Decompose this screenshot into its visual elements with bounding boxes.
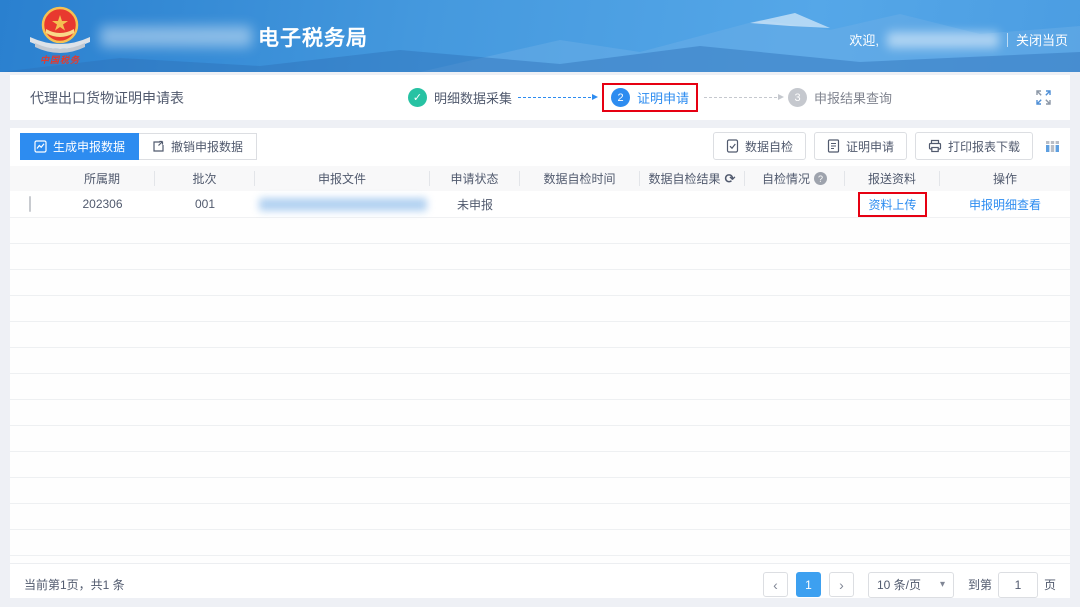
table-footer: 当前第1页，共1 条 ‹ 1 › 10 条/页 ▾ 到第 页 (10, 563, 1070, 605)
material-upload-link[interactable]: 资料上传 (868, 196, 916, 213)
chevron-down-icon: ▾ (939, 579, 945, 590)
redacted-user-name (886, 31, 999, 48)
column-submit-materials: 报送资料 (845, 171, 940, 186)
tabs: 生成申报数据 撤销申报数据 (20, 132, 258, 160)
doc-check-icon (726, 139, 739, 153)
certificate-icon (827, 139, 840, 153)
tab-label: 撤销申报数据 (171, 139, 244, 154)
app-header: 中国税务 电子税务局 欢迎, 关闭当页 (0, 0, 1080, 72)
undo-icon (153, 140, 164, 152)
tax-emblem-icon (30, 6, 90, 53)
step-certificate-apply: 2 证明申请 (611, 88, 689, 107)
prev-page-button[interactable]: ‹ (762, 572, 788, 597)
app-title: 电子税务局 (258, 27, 368, 50)
cell-declaration-file (255, 197, 430, 211)
button-label: 打印报表下载 (947, 139, 1020, 154)
goto-prefix-label: 到第 (967, 578, 992, 592)
step-declare-result-query: 3 申报结果查询 (788, 88, 892, 107)
header-divider (1006, 32, 1008, 47)
redacted-file-link[interactable] (258, 197, 427, 211)
column-apply-status: 申请状态 (430, 171, 520, 186)
welcome-label: 欢迎, (849, 33, 879, 48)
logo-caption: 中国税务 (39, 55, 80, 65)
pagination: ‹ 1 › 10 条/页 ▾ 到第 页 (762, 571, 1056, 598)
refresh-icon[interactable]: ⟳ (725, 171, 736, 187)
help-question-icon[interactable]: ? (814, 172, 827, 185)
column-self-check-situation: 自检情况 ? (745, 171, 845, 186)
step3-number: 3 (788, 88, 808, 107)
print-report-download-button[interactable]: 打印报表下载 (914, 132, 1033, 160)
annotation-box-step2: 2 证明申请 (602, 83, 699, 112)
column-period: 所属期 (50, 171, 155, 186)
goto-suffix-label: 页 (1043, 578, 1056, 592)
page-size-select[interactable]: 10 条/页 ▾ (867, 571, 954, 598)
column-batch: 批次 (155, 171, 255, 186)
page-1-button[interactable]: 1 (795, 572, 821, 597)
header-right: 欢迎, 关闭当页 (849, 30, 1068, 49)
column-declaration-file: 申报文件 (255, 171, 430, 186)
close-page-link[interactable]: 关闭当页 (1016, 30, 1068, 49)
step1-check-icon: ✓ (408, 88, 427, 107)
cell-submit-materials: 资料上传 (845, 191, 940, 217)
page-size-value: 10 条/页 (876, 578, 921, 592)
cell-batch: 001 (194, 197, 216, 211)
step2-label: 证明申请 (637, 91, 690, 106)
toolbar-right: 数据自检 证明申请 打印报表下载 (712, 132, 1060, 160)
row-checkbox[interactable] (29, 196, 31, 212)
data-self-check-button[interactable]: 数据自检 (712, 132, 806, 160)
cell-apply-status: 未申报 (456, 197, 493, 212)
annotation-box-upload: 资料上传 (858, 191, 927, 217)
title-bar: 代理出口货物证明申请表 ✓ 明细数据采集 2 证明申请 3 申报结果查询 (10, 75, 1070, 120)
redacted-org-name (100, 26, 252, 47)
table-row: 202306 001 未申报 资料上传 申报明细查看 (10, 191, 1070, 218)
step-detail-data-collection: ✓ 明细数据采集 (408, 88, 512, 107)
main-card: 生成申报数据 撤销申报数据 数据自检 证明申请 打印报表下载 所属期 批次 申报… (10, 128, 1070, 598)
goto-page-group: 到第 页 (967, 571, 1056, 598)
screen: 中国税务 电子税务局 欢迎, 关闭当页 代理出口货物证明申请表 ✓ 明细数据采集… (0, 0, 1080, 607)
tax-bureau-logo: 中国税务 (22, 3, 98, 66)
select-all-column (10, 171, 50, 186)
cell-period: 202306 (82, 197, 123, 211)
tab-generate-declaration-data[interactable]: 生成申报数据 (20, 132, 140, 160)
page-title: 代理出口货物证明申请表 (30, 89, 184, 106)
step-connector-gray (704, 94, 785, 100)
certificate-apply-button[interactable]: 证明申请 (813, 132, 907, 160)
next-page-button[interactable]: › (828, 572, 854, 597)
step1-label: 明细数据采集 (434, 91, 513, 106)
tab-label: 生成申报数据 (53, 139, 126, 154)
table-header: 所属期 批次 申报文件 申请状态 数据自检时间 数据自检结果 ⟳ 自检情况 ? … (10, 166, 1070, 191)
column-operation: 操作 (992, 172, 1017, 186)
pagination-summary: 当前第1页，共1 条 (24, 578, 125, 592)
tab-revoke-declaration-data[interactable]: 撤销申报数据 (139, 132, 258, 160)
fullscreen-icon[interactable] (1035, 89, 1052, 106)
cell-operation: 申报明细查看 (940, 196, 1070, 213)
step3-label: 申报结果查询 (814, 91, 893, 106)
empty-rows (10, 218, 1070, 563)
column-self-check-result: 数据自检结果 ⟳ (640, 171, 745, 186)
step-connector-blue (518, 94, 599, 100)
button-label: 数据自检 (744, 139, 793, 154)
declaration-detail-view-link[interactable]: 申报明细查看 (969, 198, 1041, 212)
toolbar-row: 生成申报数据 撤销申报数据 数据自检 证明申请 打印报表下载 (10, 128, 1070, 166)
printer-icon (928, 139, 942, 153)
step2-number: 2 (611, 88, 631, 107)
column-settings-icon[interactable] (1045, 139, 1060, 154)
column-self-check-time: 数据自检时间 (520, 171, 640, 186)
chart-icon (34, 139, 47, 153)
button-label: 证明申请 (845, 139, 894, 154)
step-indicator: ✓ 明细数据采集 2 证明申请 3 申报结果查询 (408, 75, 892, 120)
goto-page-input[interactable] (997, 571, 1038, 598)
